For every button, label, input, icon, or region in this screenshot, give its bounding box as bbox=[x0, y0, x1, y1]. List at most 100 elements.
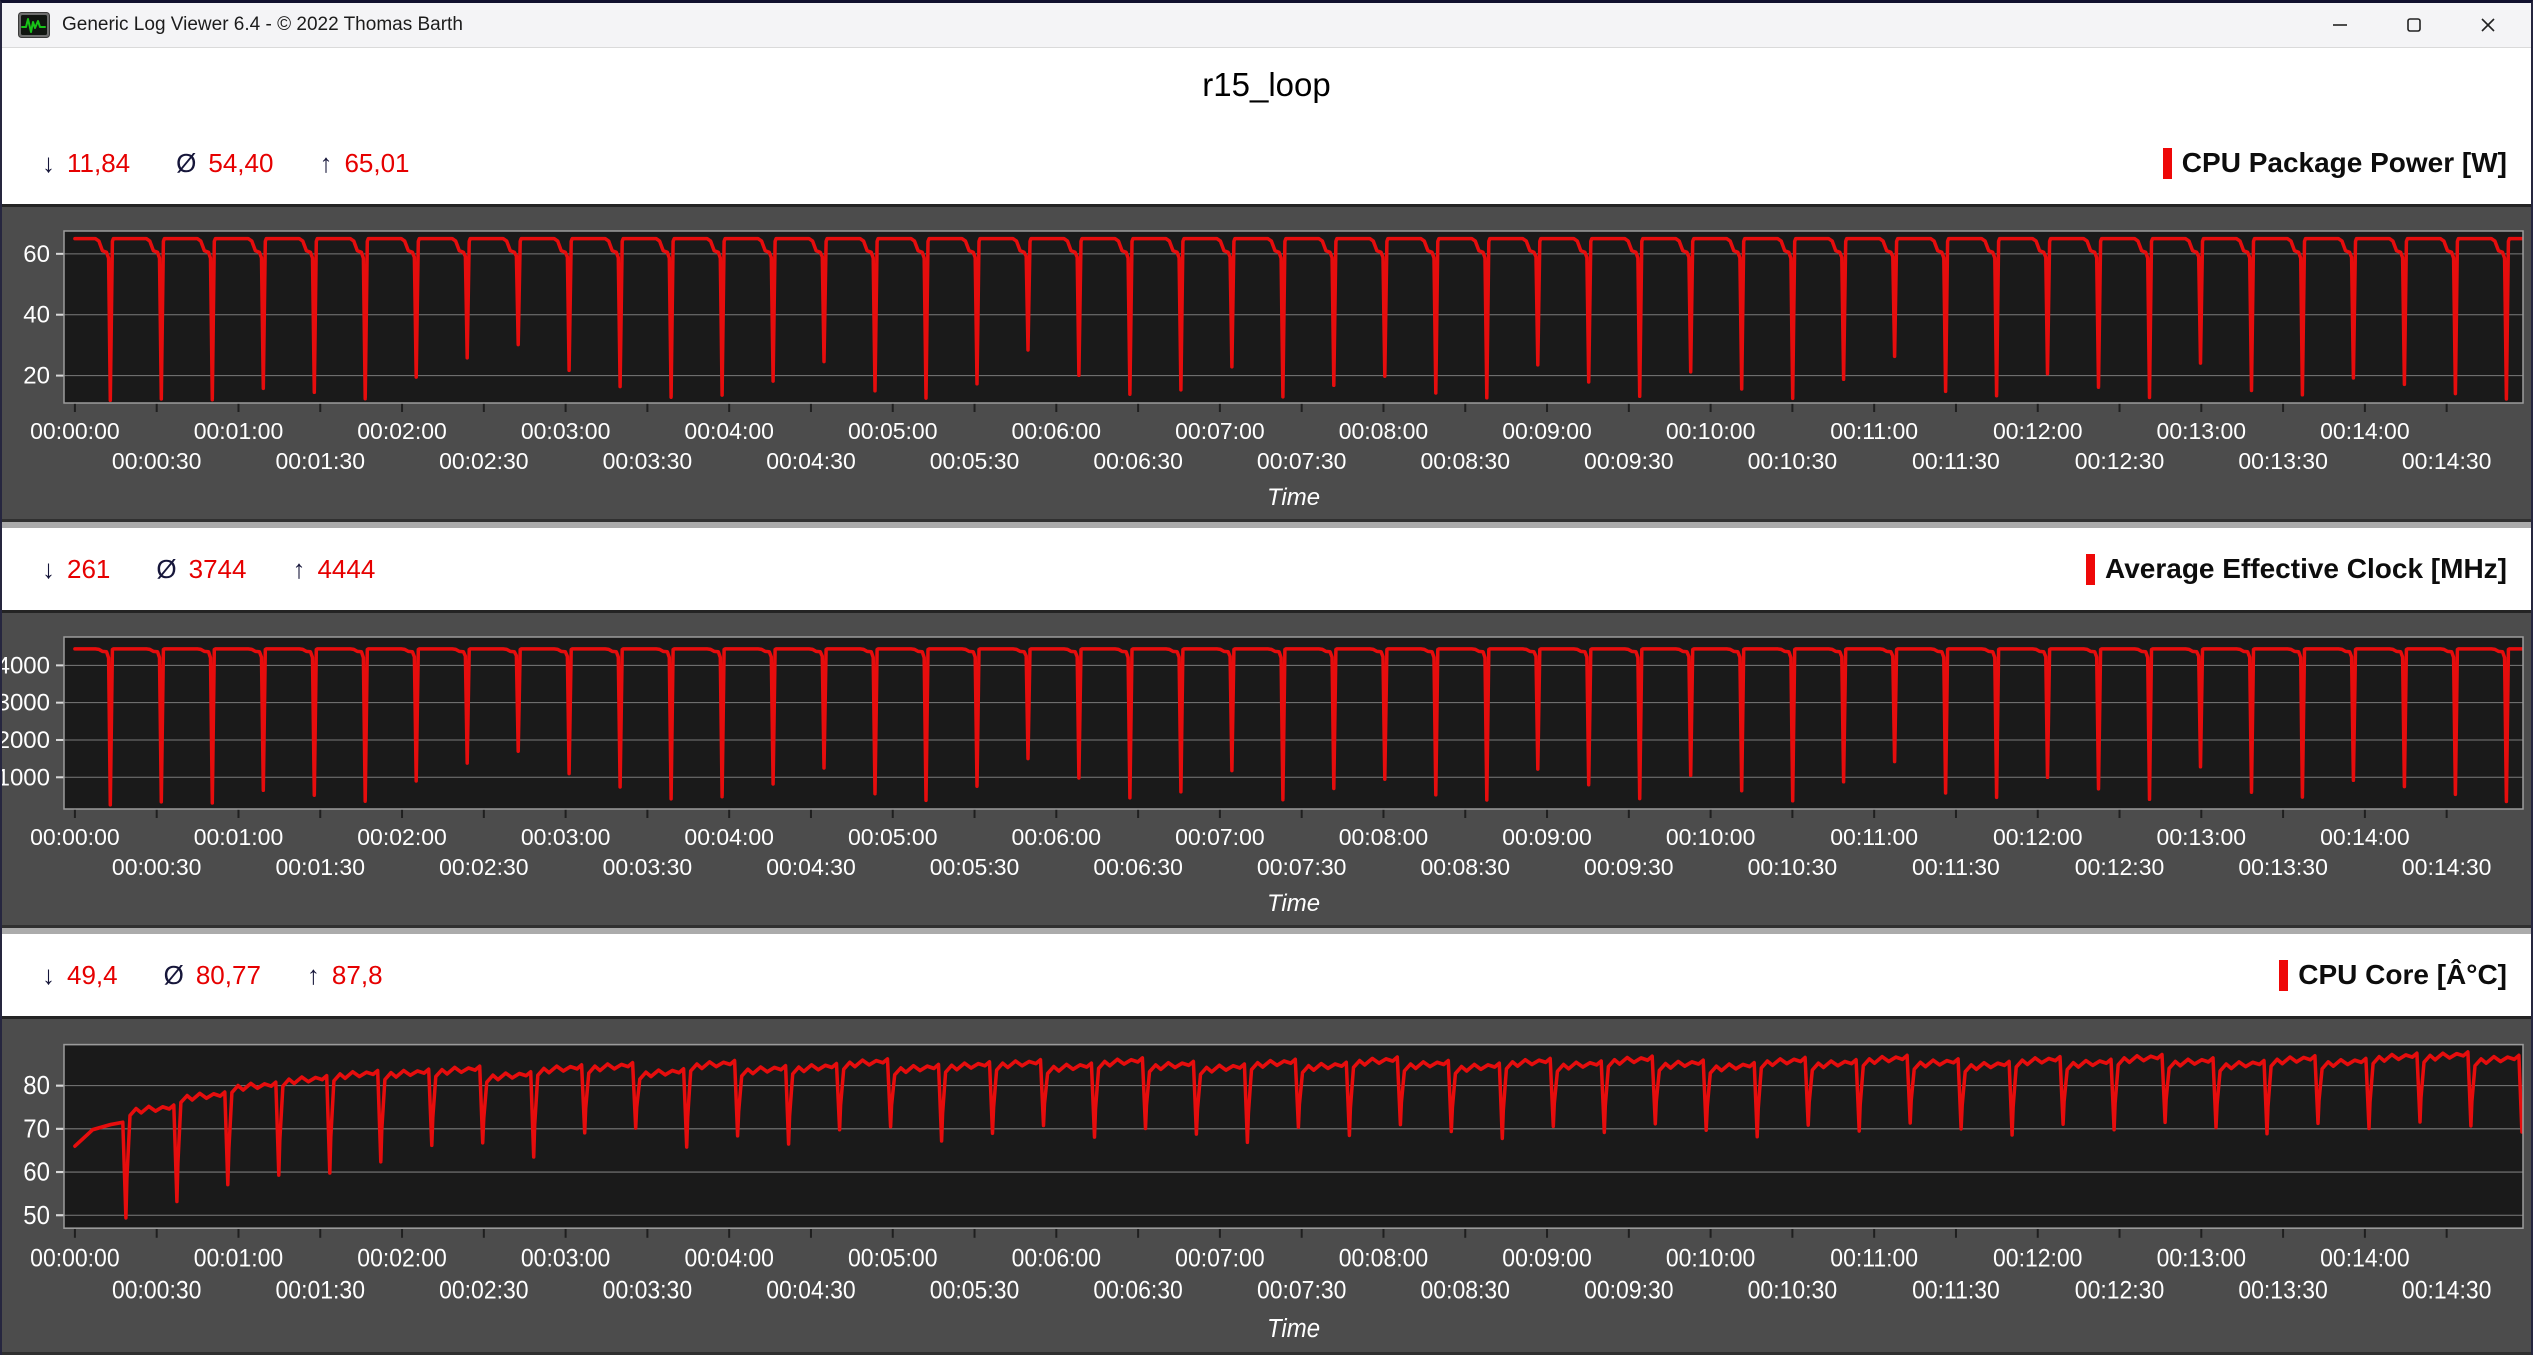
svg-text:00:06:00: 00:06:00 bbox=[1012, 418, 1102, 444]
svg-text:00:11:30: 00:11:30 bbox=[1912, 854, 2000, 880]
svg-text:00:02:30: 00:02:30 bbox=[439, 854, 529, 880]
svg-text:00:12:30: 00:12:30 bbox=[2075, 448, 2165, 474]
max-arrow-icon: ↑ bbox=[292, 554, 305, 585]
svg-text:00:05:30: 00:05:30 bbox=[930, 448, 1020, 474]
section-header-cpu-core-temp: ↓ 49,4 Ø 80,77 ↑ 87,8 CPU Core [Â°C] bbox=[2, 934, 2531, 1016]
min-arrow-icon: ↓ bbox=[42, 960, 55, 991]
svg-text:4000: 4000 bbox=[2, 652, 50, 679]
close-button[interactable] bbox=[2451, 3, 2525, 47]
chart-canvas-cpu-package-power[interactable]: 20406000:00:0000:00:3000:01:0000:01:3000… bbox=[2, 207, 2531, 519]
svg-text:00:10:30: 00:10:30 bbox=[1748, 1277, 1837, 1305]
svg-text:00:14:00: 00:14:00 bbox=[2320, 824, 2410, 850]
svg-text:1000: 1000 bbox=[2, 764, 50, 791]
minimize-button[interactable] bbox=[2303, 3, 2377, 47]
svg-text:00:07:00: 00:07:00 bbox=[1175, 824, 1265, 850]
svg-text:00:03:30: 00:03:30 bbox=[603, 1277, 692, 1305]
svg-text:50: 50 bbox=[23, 1202, 50, 1230]
maximize-button[interactable] bbox=[2377, 3, 2451, 47]
stat-avg: 54,40 bbox=[208, 148, 273, 179]
svg-text:00:12:00: 00:12:00 bbox=[1993, 1245, 2082, 1273]
svg-text:00:03:00: 00:03:00 bbox=[521, 1245, 610, 1273]
stat-min: 49,4 bbox=[67, 960, 118, 991]
svg-text:00:03:30: 00:03:30 bbox=[603, 854, 693, 880]
svg-text:00:01:00: 00:01:00 bbox=[194, 824, 284, 850]
svg-text:00:13:30: 00:13:30 bbox=[2238, 448, 2328, 474]
svg-text:00:02:00: 00:02:00 bbox=[357, 418, 447, 444]
svg-text:00:13:30: 00:13:30 bbox=[2238, 854, 2328, 880]
svg-text:00:04:00: 00:04:00 bbox=[684, 824, 774, 850]
chart-panel-cpu-core-temp: 5060708000:00:0000:00:3000:01:0000:01:30… bbox=[2, 1016, 2531, 1355]
chart-panel-cpu-package-power: 20406000:00:0000:00:3000:01:0000:01:3000… bbox=[2, 204, 2531, 522]
svg-text:00:01:00: 00:01:00 bbox=[194, 418, 284, 444]
min-arrow-icon: ↓ bbox=[42, 148, 55, 179]
svg-text:00:01:30: 00:01:30 bbox=[276, 1277, 365, 1305]
svg-text:00:10:30: 00:10:30 bbox=[1748, 448, 1838, 474]
svg-text:00:12:00: 00:12:00 bbox=[1993, 418, 2083, 444]
chart-canvas-effective-clock[interactable]: 100020003000400000:00:0000:00:3000:01:00… bbox=[2, 613, 2531, 925]
svg-text:00:05:00: 00:05:00 bbox=[848, 824, 938, 850]
svg-text:00:09:00: 00:09:00 bbox=[1502, 824, 1592, 850]
stats-cpu-package-power: ↓ 11,84 Ø 54,40 ↑ 65,01 bbox=[42, 148, 456, 179]
svg-text:00:11:00: 00:11:00 bbox=[1830, 824, 1918, 850]
svg-text:00:11:00: 00:11:00 bbox=[1830, 418, 1918, 444]
svg-text:00:09:30: 00:09:30 bbox=[1584, 448, 1674, 474]
section-title-text: Average Effective Clock [MHz] bbox=[2105, 553, 2507, 585]
svg-text:00:06:30: 00:06:30 bbox=[1093, 1277, 1182, 1305]
svg-text:00:00:30: 00:00:30 bbox=[112, 854, 202, 880]
page-title-band: r15_loop bbox=[2, 48, 2531, 122]
svg-text:00:07:30: 00:07:30 bbox=[1257, 1277, 1346, 1305]
section-title-cpu-core-temp: CPU Core [Â°C] bbox=[2279, 959, 2507, 991]
svg-text:Time: Time bbox=[1267, 484, 1320, 511]
chart-canvas-cpu-core-temp[interactable]: 5060708000:00:0000:00:3000:01:0000:01:30… bbox=[2, 1019, 2531, 1352]
legend-color-bar bbox=[2163, 148, 2172, 179]
average-icon: Ø bbox=[156, 554, 176, 585]
legend-color-bar bbox=[2279, 960, 2288, 991]
svg-text:00:06:00: 00:06:00 bbox=[1012, 1245, 1101, 1273]
section-title-text: CPU Core [Â°C] bbox=[2298, 959, 2507, 991]
svg-text:00:06:30: 00:06:30 bbox=[1093, 448, 1183, 474]
svg-text:00:12:30: 00:12:30 bbox=[2075, 854, 2165, 880]
svg-text:00:13:00: 00:13:00 bbox=[2157, 824, 2247, 850]
svg-text:00:07:30: 00:07:30 bbox=[1257, 448, 1347, 474]
svg-text:00:08:00: 00:08:00 bbox=[1339, 824, 1429, 850]
svg-text:00:09:30: 00:09:30 bbox=[1584, 1277, 1673, 1305]
svg-text:00:12:30: 00:12:30 bbox=[2075, 1277, 2164, 1305]
maximize-icon bbox=[2404, 15, 2424, 35]
min-arrow-icon: ↓ bbox=[42, 554, 55, 585]
legend-color-bar bbox=[2086, 554, 2095, 585]
stats-cpu-core-temp: ↓ 49,4 Ø 80,77 ↑ 87,8 bbox=[42, 960, 429, 991]
svg-text:00:09:00: 00:09:00 bbox=[1502, 418, 1592, 444]
svg-text:00:00:00: 00:00:00 bbox=[30, 418, 120, 444]
svg-text:00:14:30: 00:14:30 bbox=[2402, 1277, 2491, 1305]
svg-text:00:05:00: 00:05:00 bbox=[848, 418, 938, 444]
stat-min: 11,84 bbox=[67, 148, 130, 179]
svg-text:00:09:30: 00:09:30 bbox=[1584, 854, 1674, 880]
stat-max: 87,8 bbox=[332, 960, 383, 991]
svg-text:00:13:30: 00:13:30 bbox=[2238, 1277, 2327, 1305]
svg-text:2000: 2000 bbox=[2, 727, 50, 754]
svg-text:Time: Time bbox=[1267, 890, 1320, 917]
close-icon bbox=[2478, 15, 2498, 35]
svg-text:00:04:30: 00:04:30 bbox=[766, 1277, 855, 1305]
svg-text:00:14:00: 00:14:00 bbox=[2320, 418, 2410, 444]
svg-text:00:01:30: 00:01:30 bbox=[275, 854, 365, 880]
stats-effective-clock: ↓ 261 Ø 3744 ↑ 4444 bbox=[42, 554, 421, 585]
svg-text:00:13:00: 00:13:00 bbox=[2157, 418, 2247, 444]
svg-text:00:02:30: 00:02:30 bbox=[439, 1277, 528, 1305]
section-header-cpu-package-power: ↓ 11,84 Ø 54,40 ↑ 65,01 CPU Package Powe… bbox=[2, 122, 2531, 204]
stat-avg: 3744 bbox=[189, 554, 247, 585]
app-logo-icon[interactable] bbox=[18, 12, 50, 38]
svg-text:00:07:00: 00:07:00 bbox=[1175, 418, 1265, 444]
section-title-cpu-package-power: CPU Package Power [W] bbox=[2163, 147, 2507, 179]
svg-text:70: 70 bbox=[23, 1116, 50, 1144]
svg-text:00:01:00: 00:01:00 bbox=[194, 1245, 283, 1273]
svg-text:00:00:30: 00:00:30 bbox=[112, 1277, 201, 1305]
section-header-effective-clock: ↓ 261 Ø 3744 ↑ 4444 Average Effective Cl… bbox=[2, 528, 2531, 610]
svg-text:00:04:30: 00:04:30 bbox=[766, 448, 856, 474]
svg-text:00:05:30: 00:05:30 bbox=[930, 854, 1020, 880]
stat-max: 4444 bbox=[317, 554, 375, 585]
section-title-effective-clock: Average Effective Clock [MHz] bbox=[2086, 553, 2507, 585]
titlebar[interactable]: Generic Log Viewer 6.4 - © 2022 Thomas B… bbox=[2, 3, 2531, 48]
max-arrow-icon: ↑ bbox=[319, 148, 332, 179]
svg-text:00:14:00: 00:14:00 bbox=[2320, 1245, 2409, 1273]
